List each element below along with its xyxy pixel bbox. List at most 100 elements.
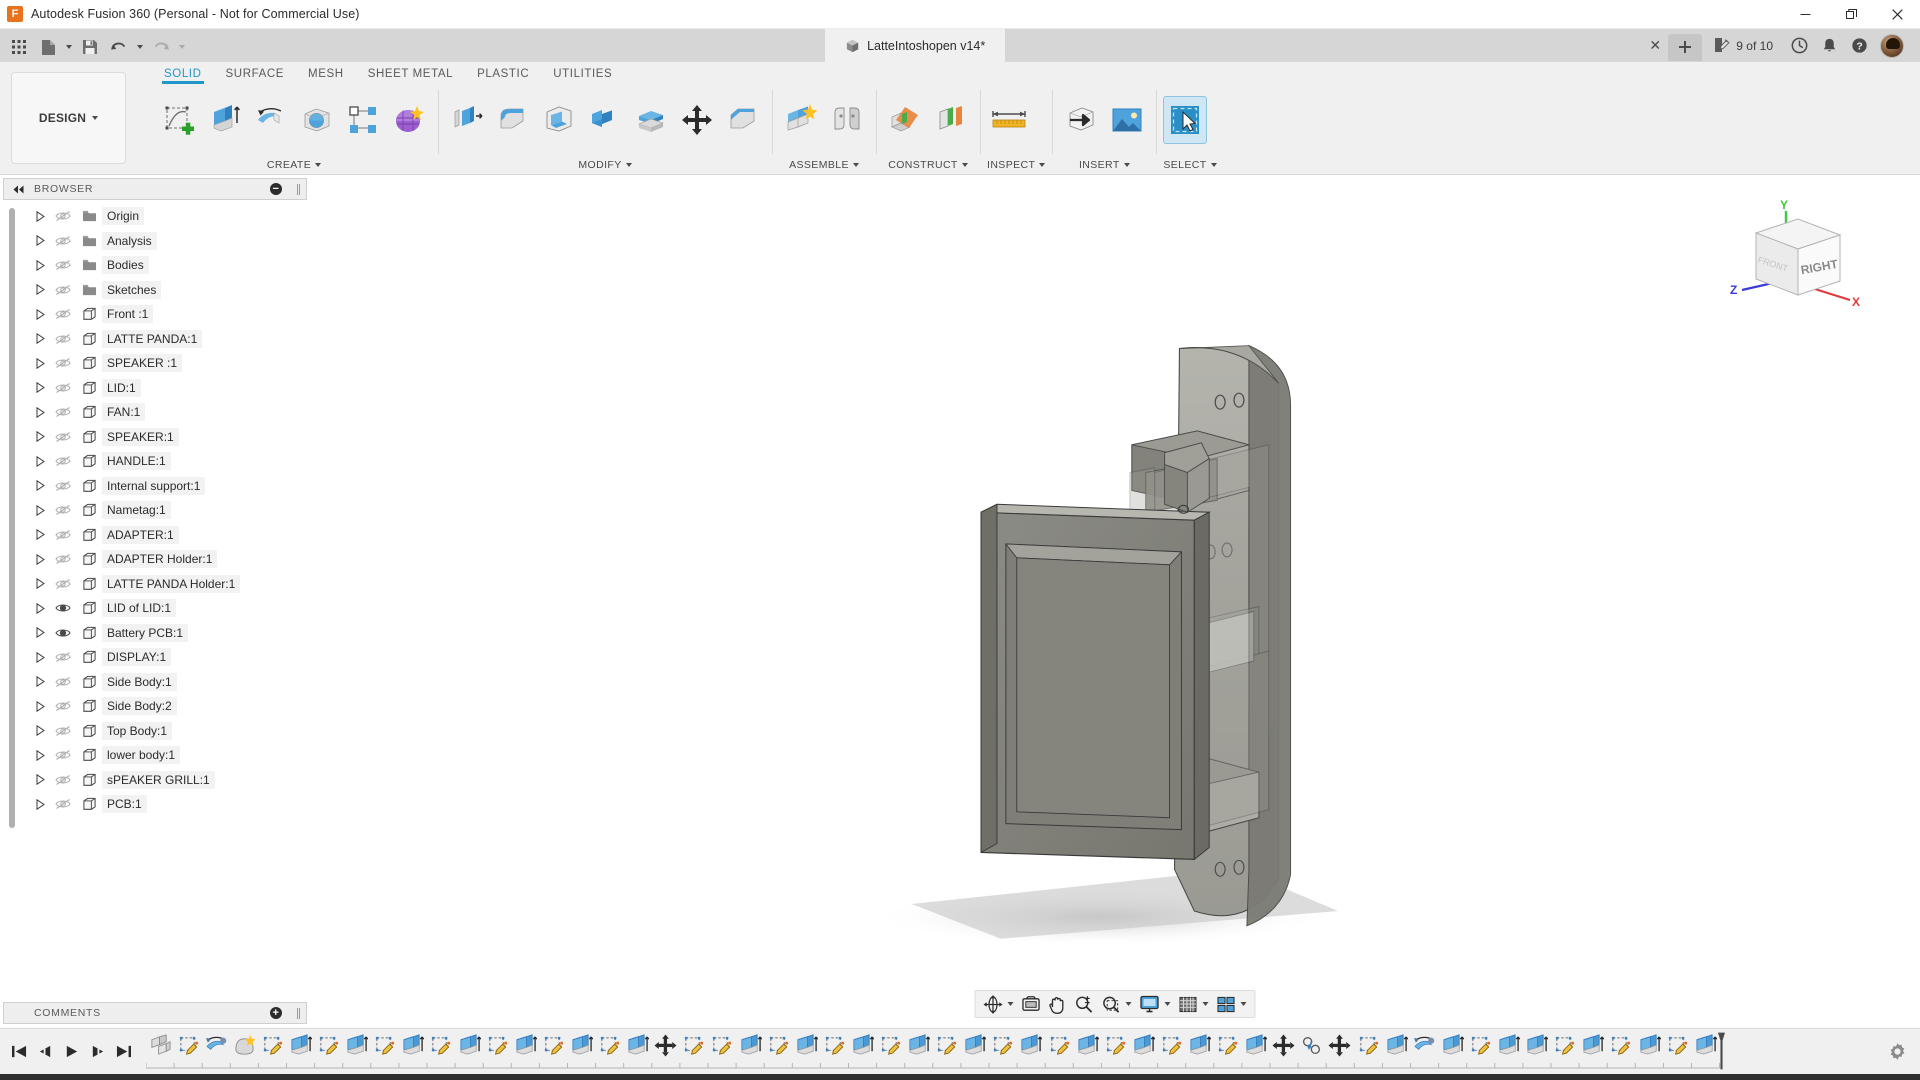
revolve-tool[interactable] — [249, 96, 293, 144]
ribbon-panel-label-construct[interactable]: CONSTRUCT — [883, 156, 973, 174]
browser-item[interactable]: Nametag:1 — [0, 498, 310, 523]
timeline-settings-button[interactable] — [1880, 1042, 1914, 1061]
browser-item[interactable]: ADAPTER:1 — [0, 523, 310, 548]
ribbon-tab-mesh[interactable]: MESH — [296, 68, 356, 84]
comments-resize-grip[interactable] — [297, 1008, 300, 1019]
ribbon-panel-label-select[interactable]: SELECT — [1163, 156, 1216, 174]
visibility-toggle[interactable] — [50, 694, 76, 718]
visibility-toggle[interactable] — [50, 596, 76, 620]
timeline-feature[interactable] — [1579, 1032, 1607, 1060]
create-sketch-tool[interactable] — [157, 96, 201, 144]
timeline-feature[interactable] — [1101, 1032, 1129, 1060]
eye-hidden-icon[interactable] — [55, 480, 71, 492]
browser-item[interactable]: Front :1 — [0, 302, 310, 327]
visibility-toggle[interactable] — [50, 327, 76, 351]
view-cube[interactable]: Y Z X RIGHT FRONT — [1728, 195, 1868, 315]
go-to-beginning-button[interactable] — [6, 1037, 32, 1067]
timeline-feature[interactable] — [961, 1032, 989, 1060]
eye-hidden-icon[interactable] — [55, 774, 71, 786]
timeline-feature[interactable] — [1495, 1032, 1523, 1060]
notch-detail[interactable] — [1165, 443, 1210, 513]
visibility-toggle[interactable] — [50, 376, 76, 400]
split-face-tool[interactable] — [629, 96, 673, 144]
browser-item[interactable]: Internal support:1 — [0, 474, 310, 499]
browser-item[interactable]: Sketches — [0, 278, 310, 303]
visibility-toggle[interactable] — [50, 621, 76, 645]
eye-visible-icon[interactable] — [55, 602, 71, 614]
expand-triangle-icon[interactable] — [30, 278, 50, 302]
browser-item[interactable]: Bodies — [0, 253, 310, 278]
timeline-feature[interactable] — [1326, 1032, 1354, 1060]
timeline-feature[interactable] — [764, 1032, 792, 1060]
timeline-feature[interactable] — [1523, 1032, 1551, 1060]
minus-circle-icon[interactable]: − — [270, 183, 282, 195]
timeline-feature[interactable] — [539, 1032, 567, 1060]
play-button[interactable] — [58, 1037, 84, 1067]
visibility-toggle[interactable] — [50, 572, 76, 596]
expand-triangle-icon[interactable] — [30, 694, 50, 718]
expand-triangle-icon[interactable] — [30, 719, 50, 743]
browser-item[interactable]: Side Body:1 — [0, 670, 310, 695]
close-tab-button[interactable]: ✕ — [1642, 29, 1668, 62]
expand-triangle-icon[interactable] — [30, 474, 50, 498]
browser-item[interactable]: Analysis — [0, 229, 310, 254]
joint-tool[interactable] — [825, 96, 869, 144]
timeline-feature[interactable] — [146, 1032, 174, 1060]
ribbon-tab-utilities[interactable]: UTILITIES — [541, 68, 624, 84]
eye-hidden-icon[interactable] — [55, 210, 71, 222]
ribbon-panel-label-modify[interactable]: MODIFY — [445, 156, 765, 174]
timeline-feature[interactable] — [736, 1032, 764, 1060]
visibility-toggle[interactable] — [50, 302, 76, 326]
eye-hidden-icon[interactable] — [55, 406, 71, 418]
timeline-feature[interactable] — [624, 1032, 652, 1060]
expand-triangle-icon[interactable] — [30, 204, 50, 228]
chevron-down-icon[interactable] — [1240, 1002, 1251, 1006]
expand-triangle-icon[interactable] — [30, 547, 50, 571]
display-frame[interactable] — [981, 504, 1209, 859]
browser-scrollbar-thumb[interactable] — [9, 208, 15, 828]
insert-derive-tool[interactable] — [1059, 96, 1103, 144]
timeline-feature[interactable] — [1691, 1032, 1719, 1060]
ribbon-panel-label-insert[interactable]: INSERT — [1059, 156, 1149, 174]
visibility-toggle[interactable] — [50, 278, 76, 302]
timeline-feature[interactable] — [230, 1032, 258, 1060]
eye-hidden-icon[interactable] — [55, 529, 71, 541]
timeline-feature[interactable] — [596, 1032, 624, 1060]
timeline-feature[interactable] — [343, 1032, 371, 1060]
viewports[interactable] — [1213, 992, 1240, 1016]
timeline-feature[interactable] — [1045, 1032, 1073, 1060]
eye-hidden-icon[interactable] — [55, 578, 71, 590]
pan-tool[interactable] — [1045, 992, 1071, 1016]
eye-hidden-icon[interactable] — [55, 725, 71, 737]
eye-hidden-icon[interactable] — [55, 235, 71, 247]
visibility-toggle[interactable] — [50, 253, 76, 277]
eye-hidden-icon[interactable] — [55, 333, 71, 345]
expand-triangle-icon[interactable] — [30, 229, 50, 253]
timeline-feature[interactable] — [258, 1032, 286, 1060]
visibility-toggle[interactable] — [50, 768, 76, 792]
timeline-feature[interactable] — [876, 1032, 904, 1060]
app-grid-button[interactable] — [5, 34, 33, 61]
ribbon-panel-label-create[interactable]: CREATE — [157, 156, 431, 174]
timeline-feature[interactable] — [286, 1032, 314, 1060]
expand-triangle-icon[interactable] — [30, 645, 50, 669]
timeline-feature[interactable] — [371, 1032, 399, 1060]
timeline-feature[interactable] — [483, 1032, 511, 1060]
visibility-toggle[interactable] — [50, 719, 76, 743]
plus-circle-icon[interactable]: + — [270, 1007, 282, 1019]
shell-tool[interactable] — [537, 96, 581, 144]
visibility-toggle[interactable] — [50, 523, 76, 547]
job-status-icon[interactable] — [1784, 29, 1814, 62]
browser-resize-grip[interactable] — [297, 184, 300, 195]
ribbon-tab-sheet-metal[interactable]: SHEET METAL — [356, 68, 465, 84]
visibility-toggle[interactable] — [50, 425, 76, 449]
expand-triangle-icon[interactable] — [30, 376, 50, 400]
browser-item[interactable]: lower body:1 — [0, 743, 310, 768]
expand-triangle-icon[interactable] — [30, 792, 50, 816]
step-forward-button[interactable] — [84, 1037, 110, 1067]
visibility-toggle[interactable] — [50, 351, 76, 375]
chevron-down-icon[interactable] — [1007, 1002, 1018, 1006]
undo-button[interactable] — [105, 34, 146, 61]
extrude-tool[interactable] — [203, 96, 247, 144]
expand-triangle-icon[interactable] — [30, 253, 50, 277]
